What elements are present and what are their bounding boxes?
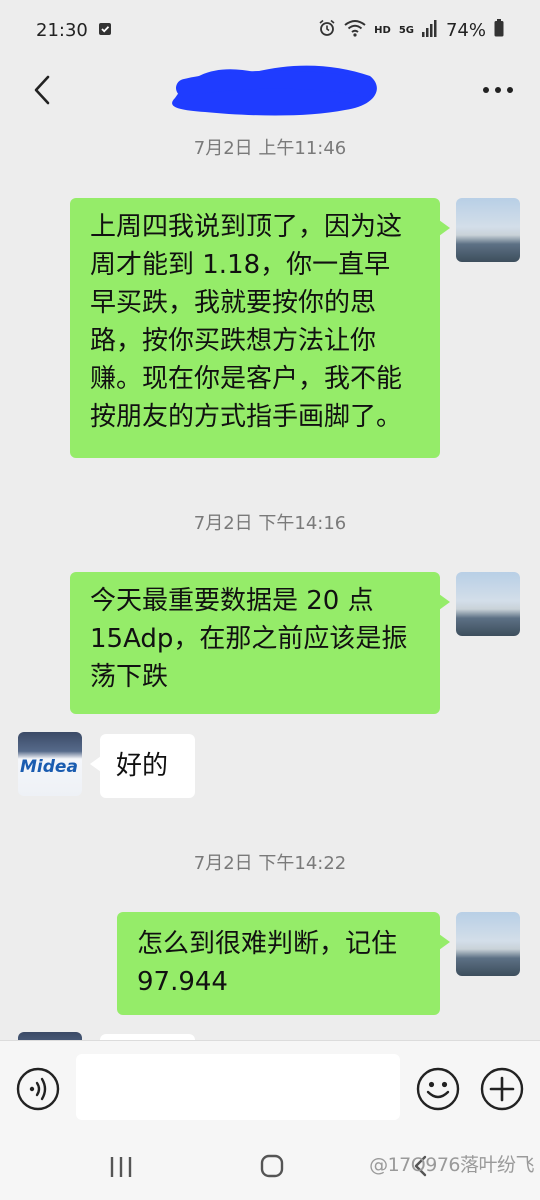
self-avatar[interactable] [456, 198, 520, 262]
message-timestamp: 7月2日 下午14:16 [193, 513, 347, 534]
battery-percent: 74% [445, 19, 486, 41]
message-line: 周才能到 1.18，你一直早 [90, 250, 391, 280]
message-line: 怎么到很难判断，记住 [137, 929, 398, 959]
status-time: 21:30 [36, 19, 88, 41]
self-avatar[interactable] [456, 912, 520, 976]
hd-label: HD [374, 24, 391, 36]
message-line: 好的 [116, 751, 169, 781]
system-nav-bar: @17O976落叶纷飞 [0, 1136, 540, 1200]
home-button[interactable] [259, 1153, 285, 1179]
avatar-brand-text: Midea [20, 757, 78, 777]
wifi-icon [344, 19, 366, 42]
notification-icon [98, 20, 112, 41]
emoji-button[interactable] [416, 1067, 460, 1111]
recents-button[interactable] [106, 1154, 136, 1180]
watermark-text: @17O976落叶纷飞 [369, 1154, 534, 1176]
message-line: 97.944 [137, 967, 228, 997]
status-bar: 21:30 HD 5G 74% [0, 0, 540, 60]
message-bubble[interactable]: 上周四我说到顶了，因为这 周才能到 1.18，你一直早 早买跌，我就要按你的思 … [70, 198, 450, 458]
more-options-button[interactable] [478, 70, 518, 110]
contact-avatar[interactable] [18, 1032, 82, 1040]
voice-icon [16, 1067, 60, 1111]
message-line: 路，按你买跌想方法让你 [90, 326, 377, 356]
title-redaction-scribble [172, 65, 377, 116]
recents-icon [110, 1157, 132, 1177]
emoji-icon [416, 1067, 460, 1111]
message-line: 今天最重要数据是 20 点 [90, 586, 374, 616]
message-line: 早买跌，我就要按你的思 [90, 288, 377, 318]
self-avatar[interactable] [456, 572, 520, 636]
contact-avatar[interactable]: Midea [18, 732, 82, 796]
message-timestamp: 7月2日 上午11:46 [193, 138, 347, 159]
message-line: 赚。现在你是客户，我不能 [90, 364, 403, 394]
more-actions-button[interactable] [480, 1067, 524, 1111]
message-line: 按朋友的方式指手画脚了。 [90, 402, 403, 432]
input-bar [0, 1040, 540, 1136]
network-5g-label: 5G [398, 24, 414, 36]
message-bubble[interactable]: 好的 [90, 734, 195, 798]
home-icon [260, 1154, 284, 1178]
voice-button[interactable] [16, 1067, 60, 1111]
message-input[interactable] [76, 1054, 400, 1120]
plus-icon [480, 1067, 524, 1111]
back-button[interactable] [22, 70, 62, 110]
battery-icon [494, 18, 504, 42]
message-line: 上周四我说到顶了，因为这 [90, 212, 403, 242]
message-bubble[interactable]: 今天最重要数据是 20 点 15Adp，在那之前应该是振 荡下跌 [70, 572, 450, 714]
message-timestamp: 7月2日 下午14:22 [193, 853, 347, 874]
signal-icon [421, 19, 438, 42]
message-line: 15Adp，在那之前应该是振 [90, 624, 408, 654]
chevron-left-icon [34, 75, 50, 105]
more-icon [483, 87, 513, 93]
alarm-icon [318, 19, 336, 42]
message-line: 荡下跌 [90, 662, 169, 692]
message-bubble[interactable]: 怎么到很难判断，记住 97.944 [117, 912, 450, 1015]
chat-message-list[interactable]: 7月2日 上午11:46 上周四我说到顶了，因为这 周才能到 1.18，你一直早… [0, 120, 540, 1040]
